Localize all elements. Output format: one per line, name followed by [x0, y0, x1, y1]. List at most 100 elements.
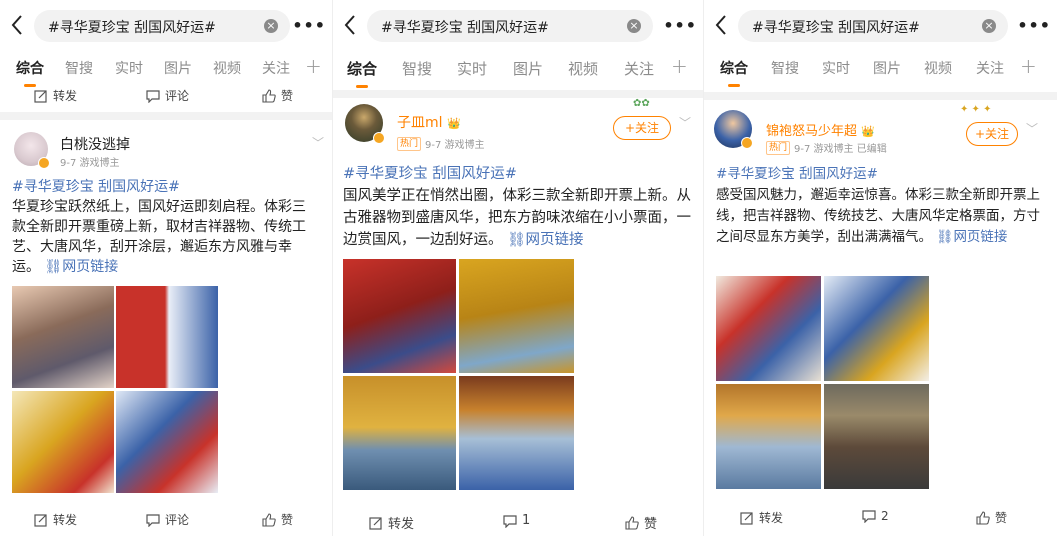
thumbs-up-icon: [625, 515, 639, 530]
back-arrow-icon[interactable]: [10, 14, 24, 36]
search-query[interactable]: #寻华夏珍宝 刮国风好运#: [48, 17, 216, 37]
post-image-1[interactable]: [716, 276, 821, 381]
divider: [704, 92, 1057, 100]
hashtag-link[interactable]: #寻华夏珍宝 刮国风好运#: [343, 166, 517, 182]
add-tab-icon[interactable]: +: [305, 54, 322, 78]
tab-smart-search[interactable]: 智搜: [65, 58, 93, 78]
tab-realtime[interactable]: 实时: [822, 58, 850, 78]
search-bar[interactable]: #寻华夏珍宝 刮国风好运# ×: [367, 10, 653, 42]
web-link[interactable]: ⛓网页链接: [503, 232, 583, 248]
comment-button[interactable]: 1: [503, 513, 530, 528]
clover-decoration-icon: ✿✿: [633, 98, 650, 109]
previous-post-action-bar: 转发 评论 赞: [0, 84, 332, 108]
tab-smart-search[interactable]: 智搜: [771, 58, 799, 78]
sparkle-decoration-icon: ✦ ✦ ✦: [960, 104, 992, 115]
comment-icon: [862, 510, 876, 523]
comment-button[interactable]: 评论: [146, 511, 189, 528]
search-query[interactable]: #寻华夏珍宝 刮国风好运#: [381, 17, 549, 37]
verified-badge-icon: [38, 157, 50, 169]
add-tab-icon[interactable]: +: [1020, 54, 1037, 78]
post-image-2[interactable]: [116, 286, 218, 388]
username[interactable]: 锦袍怒马少年超 👑: [766, 120, 875, 139]
more-icon[interactable]: •••: [292, 16, 326, 35]
clear-icon[interactable]: ×: [982, 19, 996, 33]
post-image-2[interactable]: [459, 259, 574, 373]
username[interactable]: 白桃没逃掉: [60, 134, 130, 154]
tab-realtime[interactable]: 实时: [457, 58, 487, 79]
tab-videos[interactable]: 视频: [568, 58, 598, 79]
post-image-3[interactable]: [12, 391, 114, 493]
back-arrow-icon[interactable]: [714, 14, 728, 36]
tab-comprehensive[interactable]: 综合: [347, 58, 377, 88]
comment-icon: [503, 514, 517, 528]
like-button[interactable]: 赞: [262, 511, 293, 528]
clear-icon[interactable]: ×: [627, 19, 641, 33]
tab-images[interactable]: 图片: [873, 58, 901, 78]
repost-button[interactable]: 转发: [369, 513, 414, 532]
username[interactable]: 子皿ml 👑: [397, 112, 461, 132]
post-text: #寻华夏珍宝 刮国风好运# 华夏珍宝跃然纸上，国风好运即刻启程。体彩三款全新即开…: [12, 177, 318, 277]
post-image-1[interactable]: [343, 259, 456, 373]
crown-icon: 👑: [446, 117, 461, 130]
post-text: #寻华夏珍宝 刮国风好运# 感受国风魅力，邂逅幸运惊喜。体彩三款全新即开票上线，…: [716, 164, 1046, 248]
comment-icon: [146, 89, 160, 103]
tab-smart-search[interactable]: 智搜: [402, 58, 432, 79]
repost-button[interactable]: 转发: [740, 509, 783, 526]
hashtag-link[interactable]: #寻华夏珍宝 刮国风好运#: [716, 166, 878, 182]
tab-comprehensive[interactable]: 综合: [16, 58, 44, 87]
chevron-down-icon[interactable]: ﹀: [312, 134, 324, 151]
chevron-down-icon[interactable]: ﹀: [1026, 120, 1038, 137]
repost-icon: [369, 516, 382, 530]
repost-button[interactable]: 转发: [34, 511, 77, 528]
clear-icon[interactable]: ×: [264, 19, 278, 33]
tab-images[interactable]: 图片: [164, 58, 192, 78]
crown-icon: 👑: [861, 125, 875, 138]
search-query[interactable]: #寻华夏珍宝 刮国风好运#: [752, 17, 920, 37]
post-meta: 热门 9-7 游戏博主 已编辑: [766, 140, 887, 155]
web-link[interactable]: ⛓网页链接: [40, 259, 118, 275]
post-image-2[interactable]: [824, 276, 929, 381]
comment-button[interactable]: 2: [862, 509, 889, 523]
post-action-bar: 转发 评论 赞: [0, 508, 332, 532]
tab-bar: 综合 智搜 实时 图片 视频 关注 +: [704, 50, 1057, 87]
add-tab-icon[interactable]: +: [671, 54, 688, 78]
post-image-3[interactable]: [343, 376, 456, 490]
comment-button[interactable]: 评论: [146, 87, 189, 104]
verified-badge-icon: [741, 137, 753, 149]
tab-comprehensive[interactable]: 综合: [720, 58, 748, 87]
like-button[interactable]: 赞: [625, 513, 657, 532]
like-button[interactable]: 赞: [976, 509, 1007, 526]
weibo-search-panel-2: #寻华夏珍宝 刮国风好运# × ••• 综合 智搜 实时 图片 视频 关注 + …: [333, 0, 703, 536]
tab-realtime[interactable]: 实时: [115, 58, 143, 78]
top-bar: #寻华夏珍宝 刮国风好运# × •••: [704, 6, 1057, 46]
repost-button[interactable]: 转发: [34, 87, 77, 104]
back-arrow-icon[interactable]: [343, 14, 357, 36]
divider: [0, 112, 332, 120]
thumbs-up-icon: [976, 510, 990, 525]
search-bar[interactable]: #寻华夏珍宝 刮国风好运# ×: [34, 10, 290, 42]
like-button[interactable]: 赞: [262, 87, 293, 104]
tab-images[interactable]: 图片: [513, 58, 543, 79]
post-image-1[interactable]: [12, 286, 114, 388]
web-link[interactable]: ⛓网页链接: [932, 229, 1007, 245]
chevron-down-icon[interactable]: ﹀: [679, 114, 691, 131]
hashtag-link[interactable]: #寻华夏珍宝 刮国风好运#: [12, 179, 180, 195]
tab-following[interactable]: 关注: [976, 58, 1004, 78]
search-bar[interactable]: #寻华夏珍宝 刮国风好运# ×: [738, 10, 1008, 42]
thumbs-up-icon: [262, 512, 276, 527]
more-icon[interactable]: •••: [663, 16, 697, 35]
tab-videos[interactable]: 视频: [924, 58, 952, 78]
tab-videos[interactable]: 视频: [213, 58, 241, 78]
more-icon[interactable]: •••: [1017, 16, 1051, 35]
hot-badge: 热门: [766, 140, 791, 155]
tab-following[interactable]: 关注: [262, 58, 290, 78]
comment-icon: [146, 513, 160, 527]
post-image-4[interactable]: [459, 376, 574, 490]
verified-badge-icon: [373, 132, 385, 144]
follow-button[interactable]: +关注: [613, 116, 671, 140]
follow-button[interactable]: +关注: [966, 122, 1018, 146]
tab-following[interactable]: 关注: [624, 58, 654, 79]
post-image-4[interactable]: [116, 391, 218, 493]
post-image-4[interactable]: [824, 384, 929, 489]
post-image-3[interactable]: [716, 384, 821, 489]
